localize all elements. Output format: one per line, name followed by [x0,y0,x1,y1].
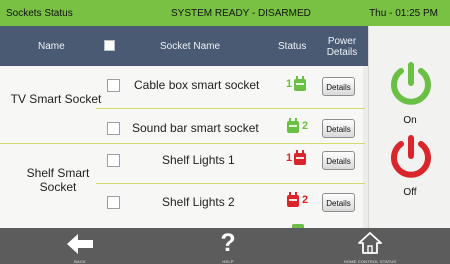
socket-name: Cable box smart socket [134,78,260,92]
help-label: HELP [222,259,234,264]
system-status: SYSTEM READY - DISARMED [171,8,311,19]
home-control-status-label: HOME CONTROL STATUS [343,259,397,264]
off-label: Off [403,187,417,198]
row-checkbox[interactable] [107,122,120,135]
column-socket-name: Socket Name [160,41,221,52]
details-button[interactable]: Details [322,193,355,212]
table-header: Name Socket Name Status Power Details [0,26,368,66]
socket-status: 1 [286,75,308,92]
datetime: Thu - 01:25 PM [369,8,438,19]
row-separator [96,183,365,184]
row-checkbox[interactable] [107,154,120,167]
help-button[interactable]: ? HELP [200,228,256,264]
socket-name: Shelf Lights 1 [162,153,235,167]
group-label-shelf: Shelf Smart Socket [26,166,90,194]
back-arrow-icon [67,234,93,254]
row-separator [96,108,365,109]
socket-name: Sound bar smart socket [132,121,259,135]
plug-on-icon [287,118,299,133]
column-status: Status [278,41,307,52]
status-number: 1 [286,151,293,164]
help-icon: ? [220,229,236,257]
back-button[interactable]: BACK [52,228,108,264]
on-label: On [403,115,417,126]
plug-off-icon [294,150,307,165]
column-power-details: Power Details [326,36,358,58]
power-on-button[interactable] [389,62,433,108]
power-panel: On Off [368,26,450,228]
bottom-nav-bar: BACK ? HELP HOME CONTROL STATUS [0,228,450,264]
status-number: 1 [286,77,293,90]
status-number: 2 [302,193,309,206]
status-number: 2 [302,119,309,132]
group-separator [0,143,365,144]
power-off-button[interactable] [389,135,433,181]
plug-off-icon [287,192,299,207]
back-label: BACK [74,259,86,264]
top-status-bar: Sockets Status SYSTEM READY - DISARMED T… [0,0,450,26]
row-checkbox[interactable] [107,196,120,209]
column-name: Name [38,41,65,52]
details-button[interactable]: Details [322,119,355,138]
details-button[interactable]: Details [322,77,355,96]
socket-status: 2 [286,117,308,134]
group-label-tv: TV Smart Socket [10,92,102,106]
socket-name: Shelf Lights 2 [162,195,235,209]
screen-title: Sockets Status [6,8,73,19]
home-icon [358,232,382,254]
socket-status: 2 [286,191,308,208]
plug-on-icon [294,76,307,91]
row-checkbox[interactable] [107,79,120,92]
home-control-status-button[interactable]: HOME CONTROL STATUS [330,228,410,264]
details-button[interactable]: Details [322,151,355,170]
socket-status: 1 [286,149,308,166]
select-all-checkbox[interactable] [104,40,115,51]
